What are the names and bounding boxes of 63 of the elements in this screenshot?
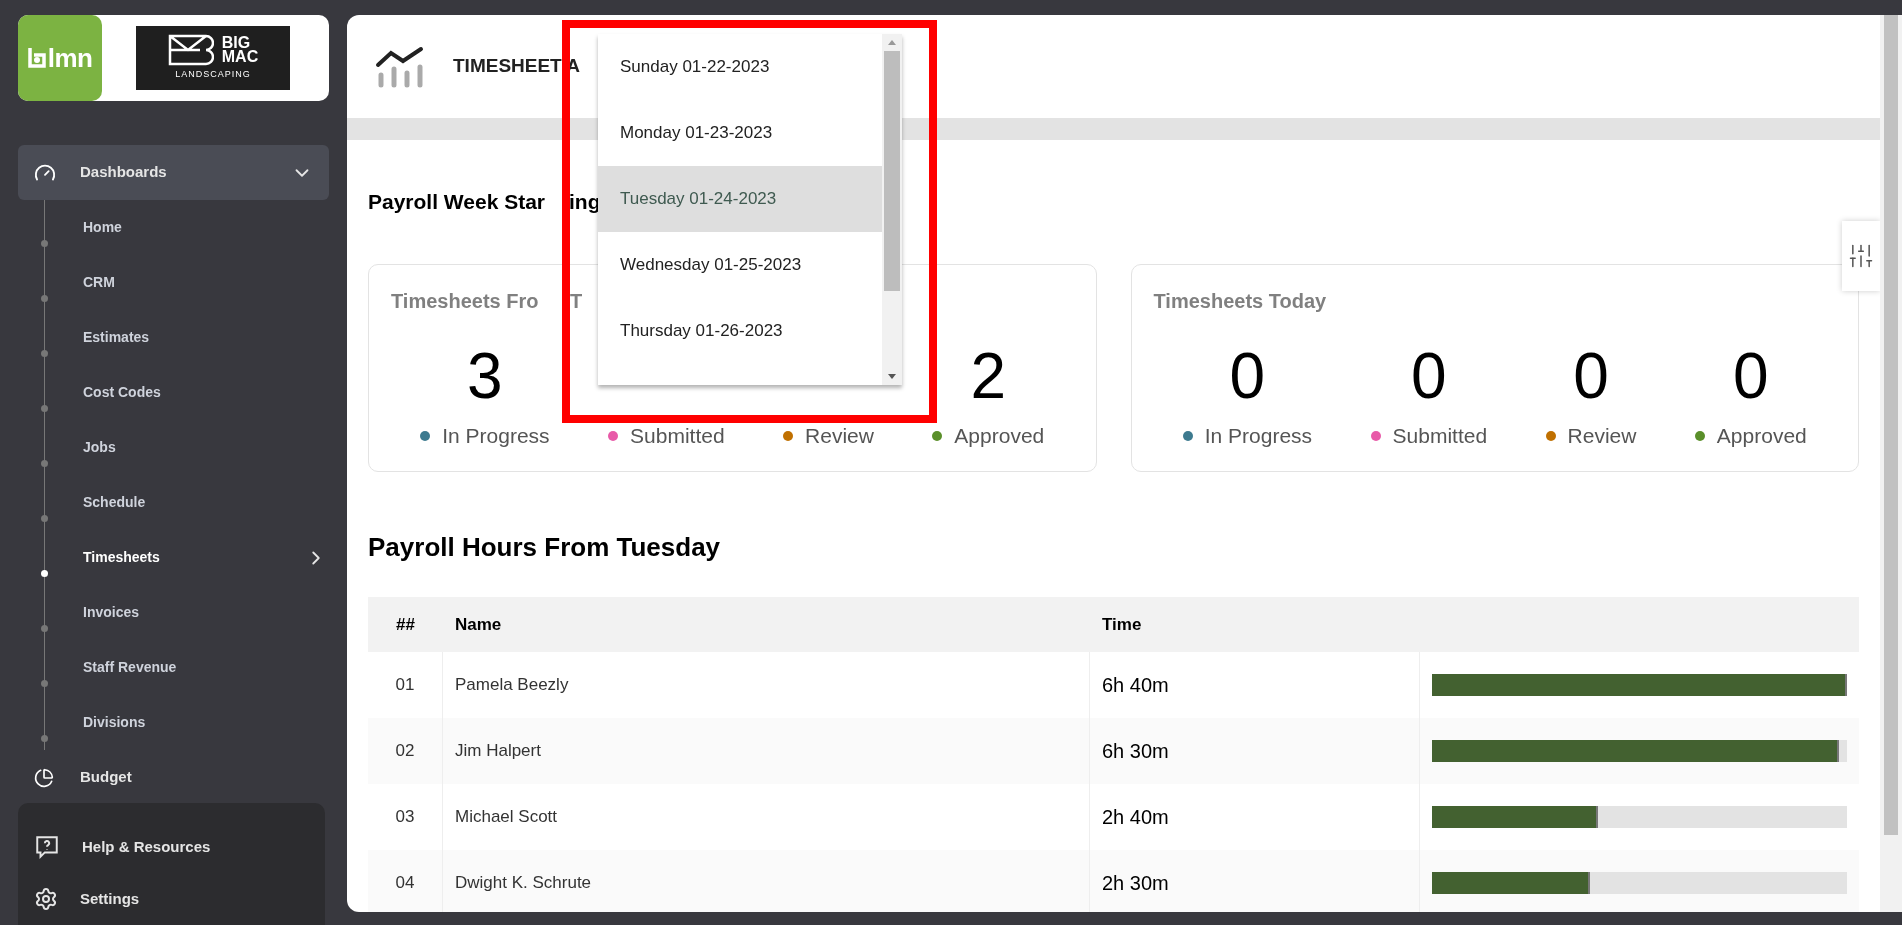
dropdown-option[interactable]: Thursday 01-26-2023 — [598, 298, 882, 364]
section-title: Payroll Hours From Tuesday — [368, 532, 722, 562]
settings-icon — [34, 887, 58, 911]
week-label: Payroll Week Star — [368, 190, 547, 214]
table-cell: 2h 30m — [1090, 850, 1420, 912]
card-title: Timesheets Fro — [391, 289, 540, 313]
dropdown-option[interactable]: Tuesday 01-24-2023 — [598, 166, 882, 232]
nav-item[interactable]: Invoices — [83, 602, 347, 623]
nav-item[interactable]: Home — [83, 217, 347, 238]
stat-label: Review — [805, 425, 874, 446]
envelope-mark-icon — [167, 34, 214, 67]
dropdown-option[interactable]: Monday 01-23-2023 — [598, 100, 882, 166]
nav-item[interactable]: Cost Codes — [83, 382, 347, 403]
stat-label: Submitted — [630, 425, 725, 446]
nav-item[interactable]: Timesheets — [83, 547, 305, 568]
stat-value: 0 — [1573, 346, 1609, 406]
chart-icon — [375, 44, 425, 89]
nav-item[interactable]: Estimates — [83, 327, 347, 348]
dropdown-option[interactable]: Wednesday 01-25-2023 — [598, 232, 882, 298]
footer-link[interactable]: Settings — [80, 887, 140, 911]
stat-label: Submitted — [1392, 425, 1488, 446]
column-header: ## — [395, 613, 416, 636]
scroll-down-icon — [888, 374, 896, 379]
stat-label: Review — [1567, 425, 1637, 446]
sliders-icon — [1847, 242, 1875, 270]
table-cell: Dwight K. Schrute — [443, 850, 1090, 912]
footer-link[interactable]: Help & Resources — [82, 835, 211, 859]
nav-item[interactable]: Schedule — [83, 492, 347, 513]
nav-item[interactable]: Jobs — [83, 437, 347, 458]
logo-line: MAC — [221, 50, 259, 65]
stat-label: In Progress — [442, 425, 550, 446]
nav-item[interactable]: Staff Revenue — [83, 657, 347, 678]
stat-label: In Progress — [1204, 425, 1313, 446]
stat-value: 3 — [467, 346, 503, 406]
table-cell: 04 — [368, 850, 443, 912]
nav-label[interactable]: Budget — [80, 766, 132, 789]
nav-group[interactable]: Dashboards — [18, 145, 329, 200]
nav-label: Dashboards — [80, 162, 168, 183]
column-header: Time — [1101, 613, 1143, 636]
stat-value: 0 — [1229, 346, 1266, 406]
nav-item[interactable]: CRM — [83, 272, 347, 293]
column-header: Name — [454, 613, 503, 636]
scrollbar[interactable] — [882, 34, 902, 385]
card-title: Timesheets Today — [1153, 289, 1327, 313]
filter-tab[interactable] — [1842, 221, 1880, 291]
logo-mark-icon — [27, 47, 46, 69]
nav-item[interactable]: Divisions — [83, 712, 347, 733]
stat-label: Approved — [1716, 425, 1807, 446]
card-title: T — [570, 289, 583, 313]
page-scrollbar[interactable] — [1880, 15, 1902, 912]
scroll-thumb[interactable] — [884, 51, 900, 291]
logo-line: LANDSCAPING — [175, 68, 251, 82]
scroll-thumb[interactable] — [1884, 15, 1898, 835]
scroll-up-icon — [888, 40, 896, 45]
stat-value: 0 — [1411, 346, 1447, 406]
logo-text: lmn — [47, 41, 93, 75]
stat-value: 2 — [970, 346, 1007, 406]
logo-line: BIG — [221, 36, 251, 51]
dropdown-option[interactable]: Sunday 01-22-2023 — [598, 34, 882, 100]
help-icon — [34, 834, 60, 860]
stat-value: 0 — [1733, 346, 1769, 406]
pie-chart-icon — [34, 767, 54, 788]
stat-label: Approved — [954, 425, 1045, 446]
